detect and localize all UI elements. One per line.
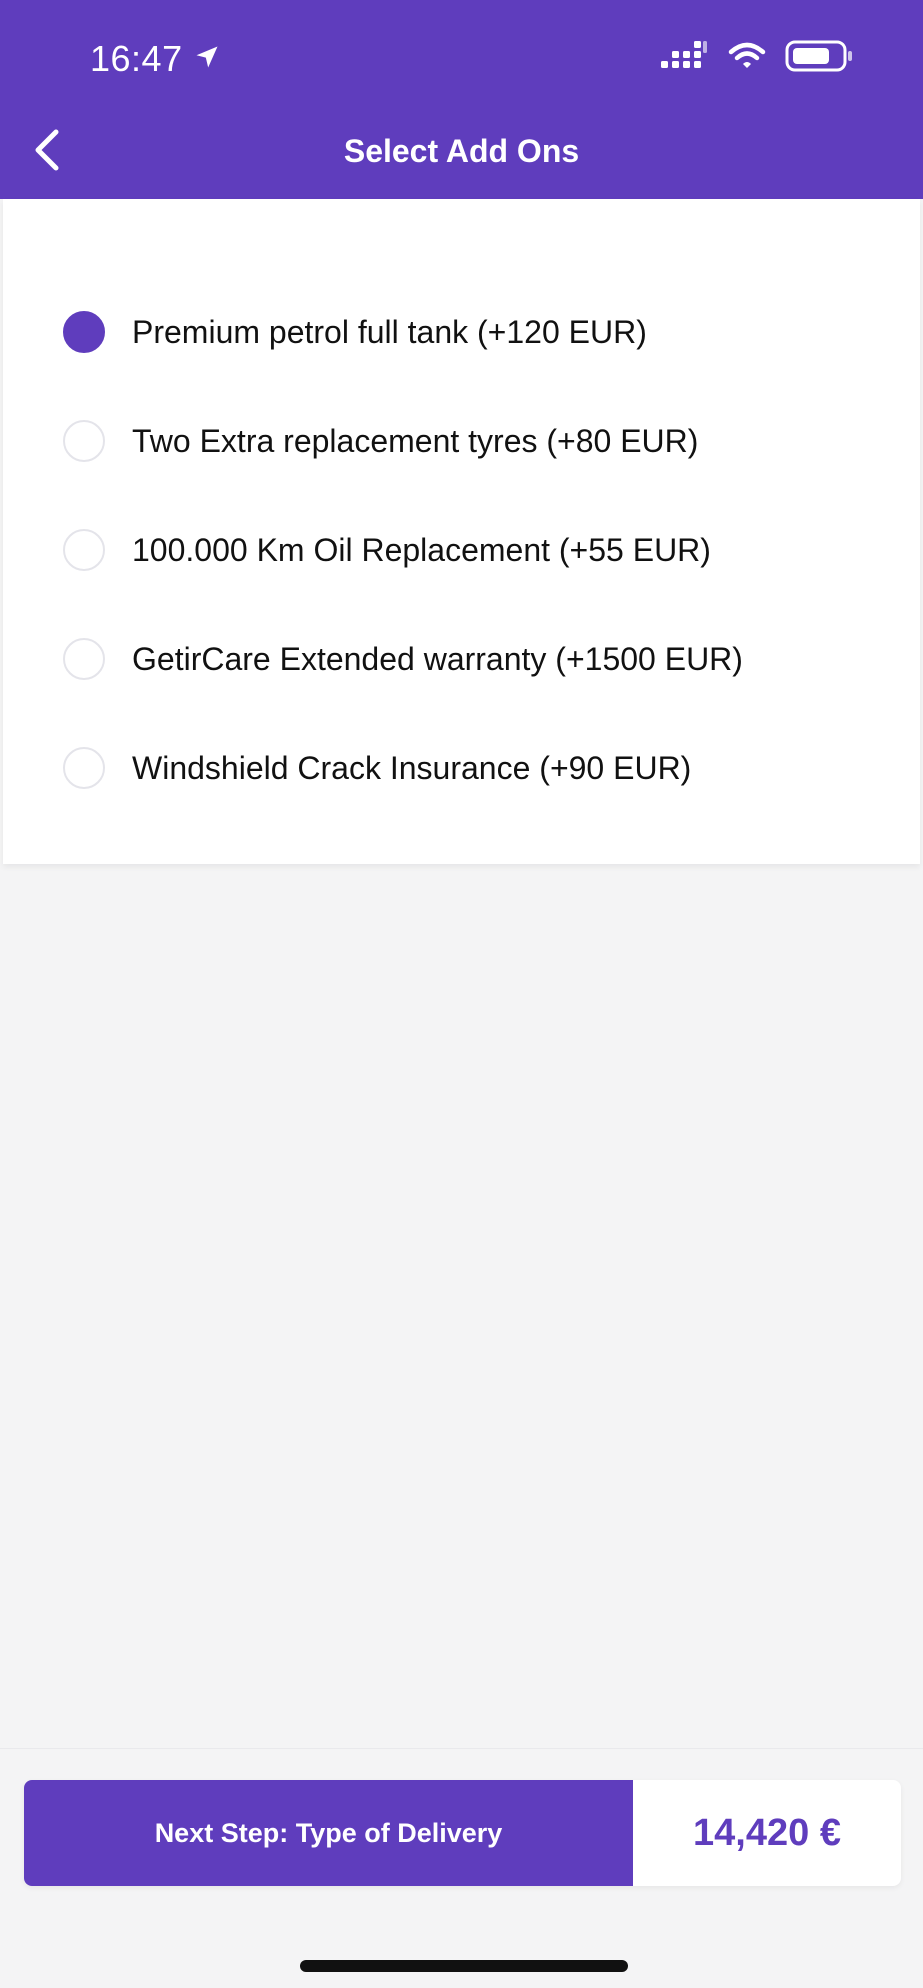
option-label: GetirCare Extended warranty (+1500 EUR) bbox=[132, 640, 743, 677]
radio-unselected-icon[interactable] bbox=[63, 529, 105, 571]
next-step-button[interactable]: Next Step: Type of Delivery bbox=[24, 1780, 633, 1886]
status-bar-icons bbox=[661, 40, 855, 77]
add-ons-list: Premium petrol full tank (+120 EUR) Two … bbox=[3, 199, 920, 864]
next-step-bar: Next Step: Type of Delivery 14,420 € bbox=[24, 1780, 901, 1886]
page-title: Select Add Ons bbox=[343, 133, 580, 169]
radio-selected-icon[interactable] bbox=[63, 311, 105, 353]
add-on-option-extended-warranty[interactable]: GetirCare Extended warranty (+1500 EUR) bbox=[3, 619, 920, 699]
cellular-signal-icon bbox=[661, 41, 709, 76]
battery-icon bbox=[785, 40, 855, 77]
total-price: 14,420 € bbox=[693, 1811, 841, 1854]
app-header: 16:47 Select Add Ons bbox=[0, 0, 923, 199]
option-label: 100.000 Km Oil Replacement (+55 EUR) bbox=[132, 531, 711, 568]
radio-unselected-icon[interactable] bbox=[63, 420, 105, 462]
status-time-text: 16:47 bbox=[90, 38, 183, 79]
add-on-option-premium-petrol[interactable]: Premium petrol full tank (+120 EUR) bbox=[3, 292, 920, 372]
radio-unselected-icon[interactable] bbox=[63, 638, 105, 680]
add-on-option-windshield-insurance[interactable]: Windshield Crack Insurance (+90 EUR) bbox=[3, 728, 920, 808]
radio-unselected-icon[interactable] bbox=[63, 747, 105, 789]
wifi-icon bbox=[727, 41, 767, 76]
option-label: Windshield Crack Insurance (+90 EUR) bbox=[132, 749, 692, 786]
add-on-option-oil-replacement[interactable]: 100.000 Km Oil Replacement (+55 EUR) bbox=[3, 510, 920, 590]
add-ons-screen: 16:47 Select Add Ons Premium petrol full… bbox=[0, 0, 923, 1988]
home-indicator bbox=[300, 1960, 628, 1972]
option-label: Two Extra replacement tyres (+80 EUR) bbox=[132, 422, 699, 459]
option-label: Premium petrol full tank (+120 EUR) bbox=[132, 313, 647, 350]
location-arrow-icon bbox=[193, 38, 221, 80]
status-bar-time: 16:47 bbox=[90, 38, 221, 80]
add-on-option-extra-tyres[interactable]: Two Extra replacement tyres (+80 EUR) bbox=[3, 401, 920, 481]
